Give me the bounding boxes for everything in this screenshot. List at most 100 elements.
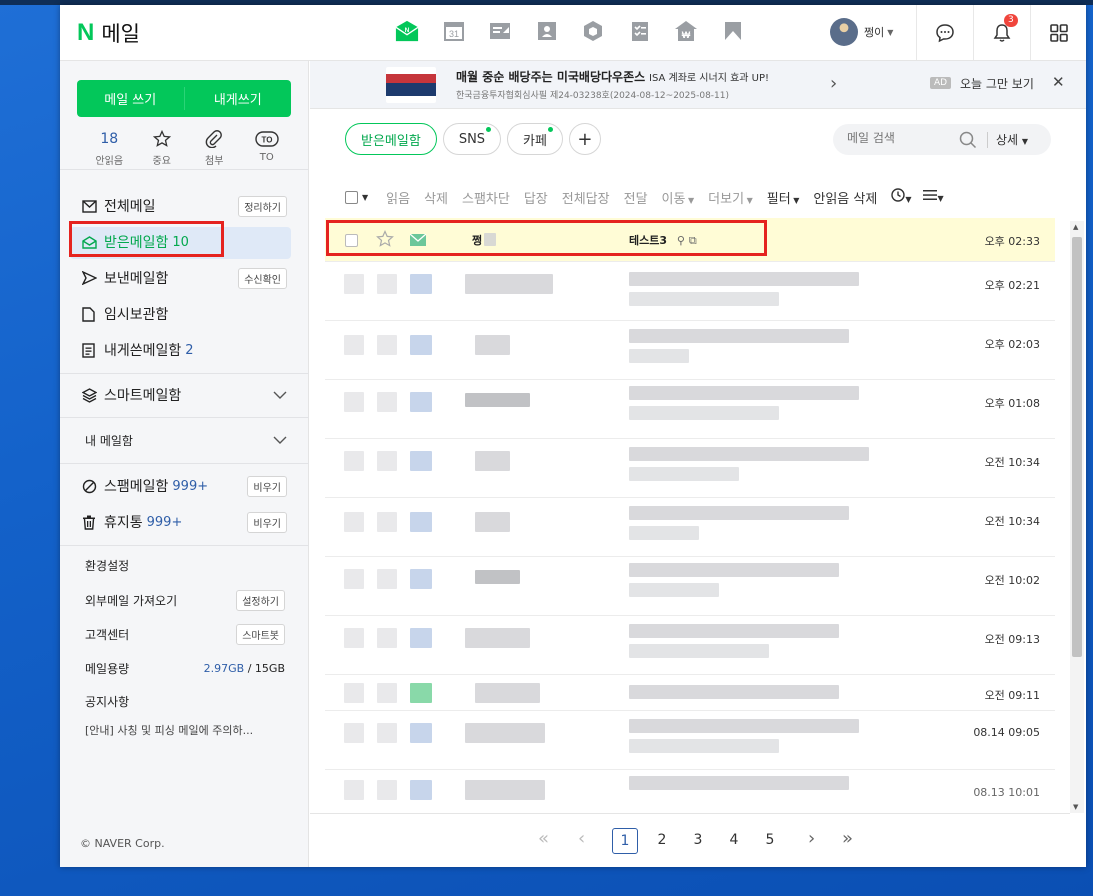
scroll-down-icon[interactable]: ▼	[1073, 803, 1078, 811]
memo-app-icon[interactable]	[628, 19, 652, 43]
compose-button[interactable]: 메일 쓰기	[77, 80, 184, 117]
hide-today-button[interactable]: 오늘 그만 보기	[960, 75, 1034, 92]
empty-spam-button[interactable]: 비우기	[247, 475, 287, 497]
delete-unread-button[interactable]: 안읽음 삭제	[813, 188, 877, 207]
redacted-sender	[475, 335, 510, 355]
external-setup-button[interactable]: 설정하기	[236, 590, 285, 611]
notification-button[interactable]: 3	[973, 5, 1029, 60]
forward-button[interactable]: 전달	[624, 188, 648, 207]
page-1[interactable]: 1	[612, 828, 638, 854]
notice-link[interactable]: 공지사항	[85, 693, 285, 710]
sidebar-item-trash[interactable]: 휴지통 999+ 비우기	[82, 508, 287, 536]
attachment-filter[interactable]: 첨부	[188, 129, 241, 167]
mail-row[interactable]: 오전 09:11	[325, 675, 1055, 711]
advanced-search-button[interactable]: 상세 ▼	[996, 131, 1028, 148]
page-4[interactable]: 4	[721, 832, 747, 848]
chevron-down-icon[interactable]	[273, 387, 287, 403]
sidebar-item-spam[interactable]: 스팸메일함 999+ 비우기	[82, 472, 287, 500]
support-item[interactable]: 고객센터 스마트봇	[85, 624, 285, 645]
naver-mail-logo[interactable]: N 메일	[77, 18, 140, 48]
more-button[interactable]: 더보기 ▼	[708, 188, 753, 207]
calendar-app-icon[interactable]: 31	[442, 19, 466, 43]
view-options-button[interactable]: ▼	[923, 189, 944, 205]
svg-text:N: N	[405, 27, 410, 34]
mail-row[interactable]: 오전 10:34	[325, 498, 1055, 557]
chevron-right-icon[interactable]: ›	[830, 73, 837, 94]
redacted-icon	[410, 335, 432, 355]
mail-time: 오전 10:02	[984, 574, 1040, 587]
pay-app-icon[interactable]: ₩	[674, 19, 698, 43]
scroll-up-icon[interactable]: ▲	[1073, 223, 1078, 231]
scrollbar-thumb[interactable]	[1072, 237, 1082, 657]
first-page-icon[interactable]: «	[538, 828, 549, 849]
checkbox[interactable]	[345, 190, 358, 204]
mail-row[interactable]: 08.14 09:05	[325, 711, 1055, 770]
mail-row[interactable]: 오후 02:03	[325, 321, 1055, 380]
search-input[interactable]	[847, 131, 947, 145]
user-profile-menu[interactable]: 쩡이 ▼	[830, 18, 893, 46]
mail-list-scrollbar[interactable]: ▲ ▼	[1070, 221, 1084, 813]
block-spam-button[interactable]: 스팸차단	[462, 188, 510, 207]
search-icon[interactable]	[959, 131, 977, 153]
mail-row[interactable]: 오후 01:08	[325, 380, 1055, 439]
delete-button[interactable]: 삭제	[424, 188, 448, 207]
mail-time: 오후 02:21	[984, 279, 1040, 292]
page-2[interactable]: 2	[649, 832, 675, 848]
sidebar-item-my-mailbox[interactable]: 내 메일함	[85, 426, 287, 454]
close-icon[interactable]: ✕	[1052, 73, 1065, 91]
sidebar-item-sent[interactable]: 보낸메일함 수신확인	[82, 264, 287, 292]
notification-badge: 3	[1004, 14, 1018, 27]
sidebar-item-drafts[interactable]: 임시보관함	[82, 300, 287, 328]
mail-row[interactable]: 오후 02:21	[325, 262, 1055, 321]
redacted-subject	[629, 719, 859, 733]
new-dot	[547, 127, 553, 132]
unread-filter[interactable]: 18 안읽음	[83, 129, 136, 167]
to-me-filter[interactable]: TO TO	[241, 129, 294, 167]
mail-app-icon[interactable]: N	[395, 19, 419, 43]
talk-button[interactable]	[916, 5, 972, 60]
empty-trash-button[interactable]: 비우기	[247, 511, 287, 533]
reply-all-button[interactable]: 전체답장	[562, 188, 610, 207]
mail-row[interactable]: 오전 10:34	[325, 439, 1055, 498]
self-compose-button[interactable]: 내게쓰기	[185, 80, 292, 117]
bookmark-app-icon[interactable]	[721, 19, 745, 43]
add-tab-button[interactable]: +	[568, 123, 601, 155]
chevron-down-icon[interactable]	[273, 433, 287, 447]
mybox-app-icon[interactable]	[581, 19, 605, 43]
mail-row[interactable]: 08.13 10:01	[325, 770, 1055, 808]
contacts-app-icon[interactable]	[488, 19, 512, 43]
mail-row[interactable]: 오전 09:13	[325, 616, 1055, 675]
redacted-sender	[465, 628, 530, 648]
tab-sns[interactable]: SNS	[442, 123, 502, 155]
filter-button[interactable]: 필터 ▼	[767, 188, 800, 207]
last-page-icon[interactable]: »	[842, 828, 853, 849]
move-button[interactable]: 이동 ▼	[662, 188, 695, 207]
reply-button[interactable]: 답장	[524, 188, 548, 207]
notice-item-link[interactable]: [안내] 사칭 및 피싱 메일에 주의하...	[85, 722, 285, 738]
sidebar-item-self-mail[interactable]: 내게쓴메일함 2	[82, 336, 287, 364]
tab-cafe[interactable]: 카페	[507, 123, 563, 155]
read-receipt-button[interactable]: 수신확인	[238, 267, 287, 289]
settings-link[interactable]: 환경설정	[85, 557, 285, 574]
important-filter[interactable]: 중요	[136, 129, 189, 167]
mail-row[interactable]: 오전 10:02	[325, 557, 1055, 616]
address-book-icon[interactable]	[535, 19, 559, 43]
next-page-icon[interactable]: ›	[808, 828, 815, 849]
redacted-subject	[629, 272, 859, 286]
page-3[interactable]: 3	[685, 832, 711, 848]
caret-down-icon[interactable]: ▼	[362, 193, 368, 202]
external-mail-item[interactable]: 외부메일 가져오기 설정하기	[85, 590, 285, 611]
ad-banner[interactable]: 매월 중순 배당주는 미국배당다우존스 ISA 계좌로 시너지 효과 UP! 한…	[310, 61, 1086, 109]
smartbot-button[interactable]: 스마트봇	[236, 624, 285, 645]
all-services-button[interactable]	[1030, 5, 1086, 60]
page-5[interactable]: 5	[757, 832, 783, 848]
clock-icon	[891, 188, 906, 202]
tab-inbox[interactable]: 받은메일함	[345, 123, 437, 155]
select-all-checkbox[interactable]: ▼	[345, 190, 368, 204]
organize-button[interactable]: 정리하기	[238, 195, 287, 217]
sidebar-item-all-mail[interactable]: 전체메일 정리하기	[82, 192, 287, 220]
read-button[interactable]: 읽음	[386, 188, 410, 207]
prev-page-icon[interactable]: ‹	[578, 828, 585, 849]
sidebar-item-smart-mailbox[interactable]: 스마트메일함	[82, 381, 287, 409]
sort-time-button[interactable]: ▼	[891, 188, 911, 206]
